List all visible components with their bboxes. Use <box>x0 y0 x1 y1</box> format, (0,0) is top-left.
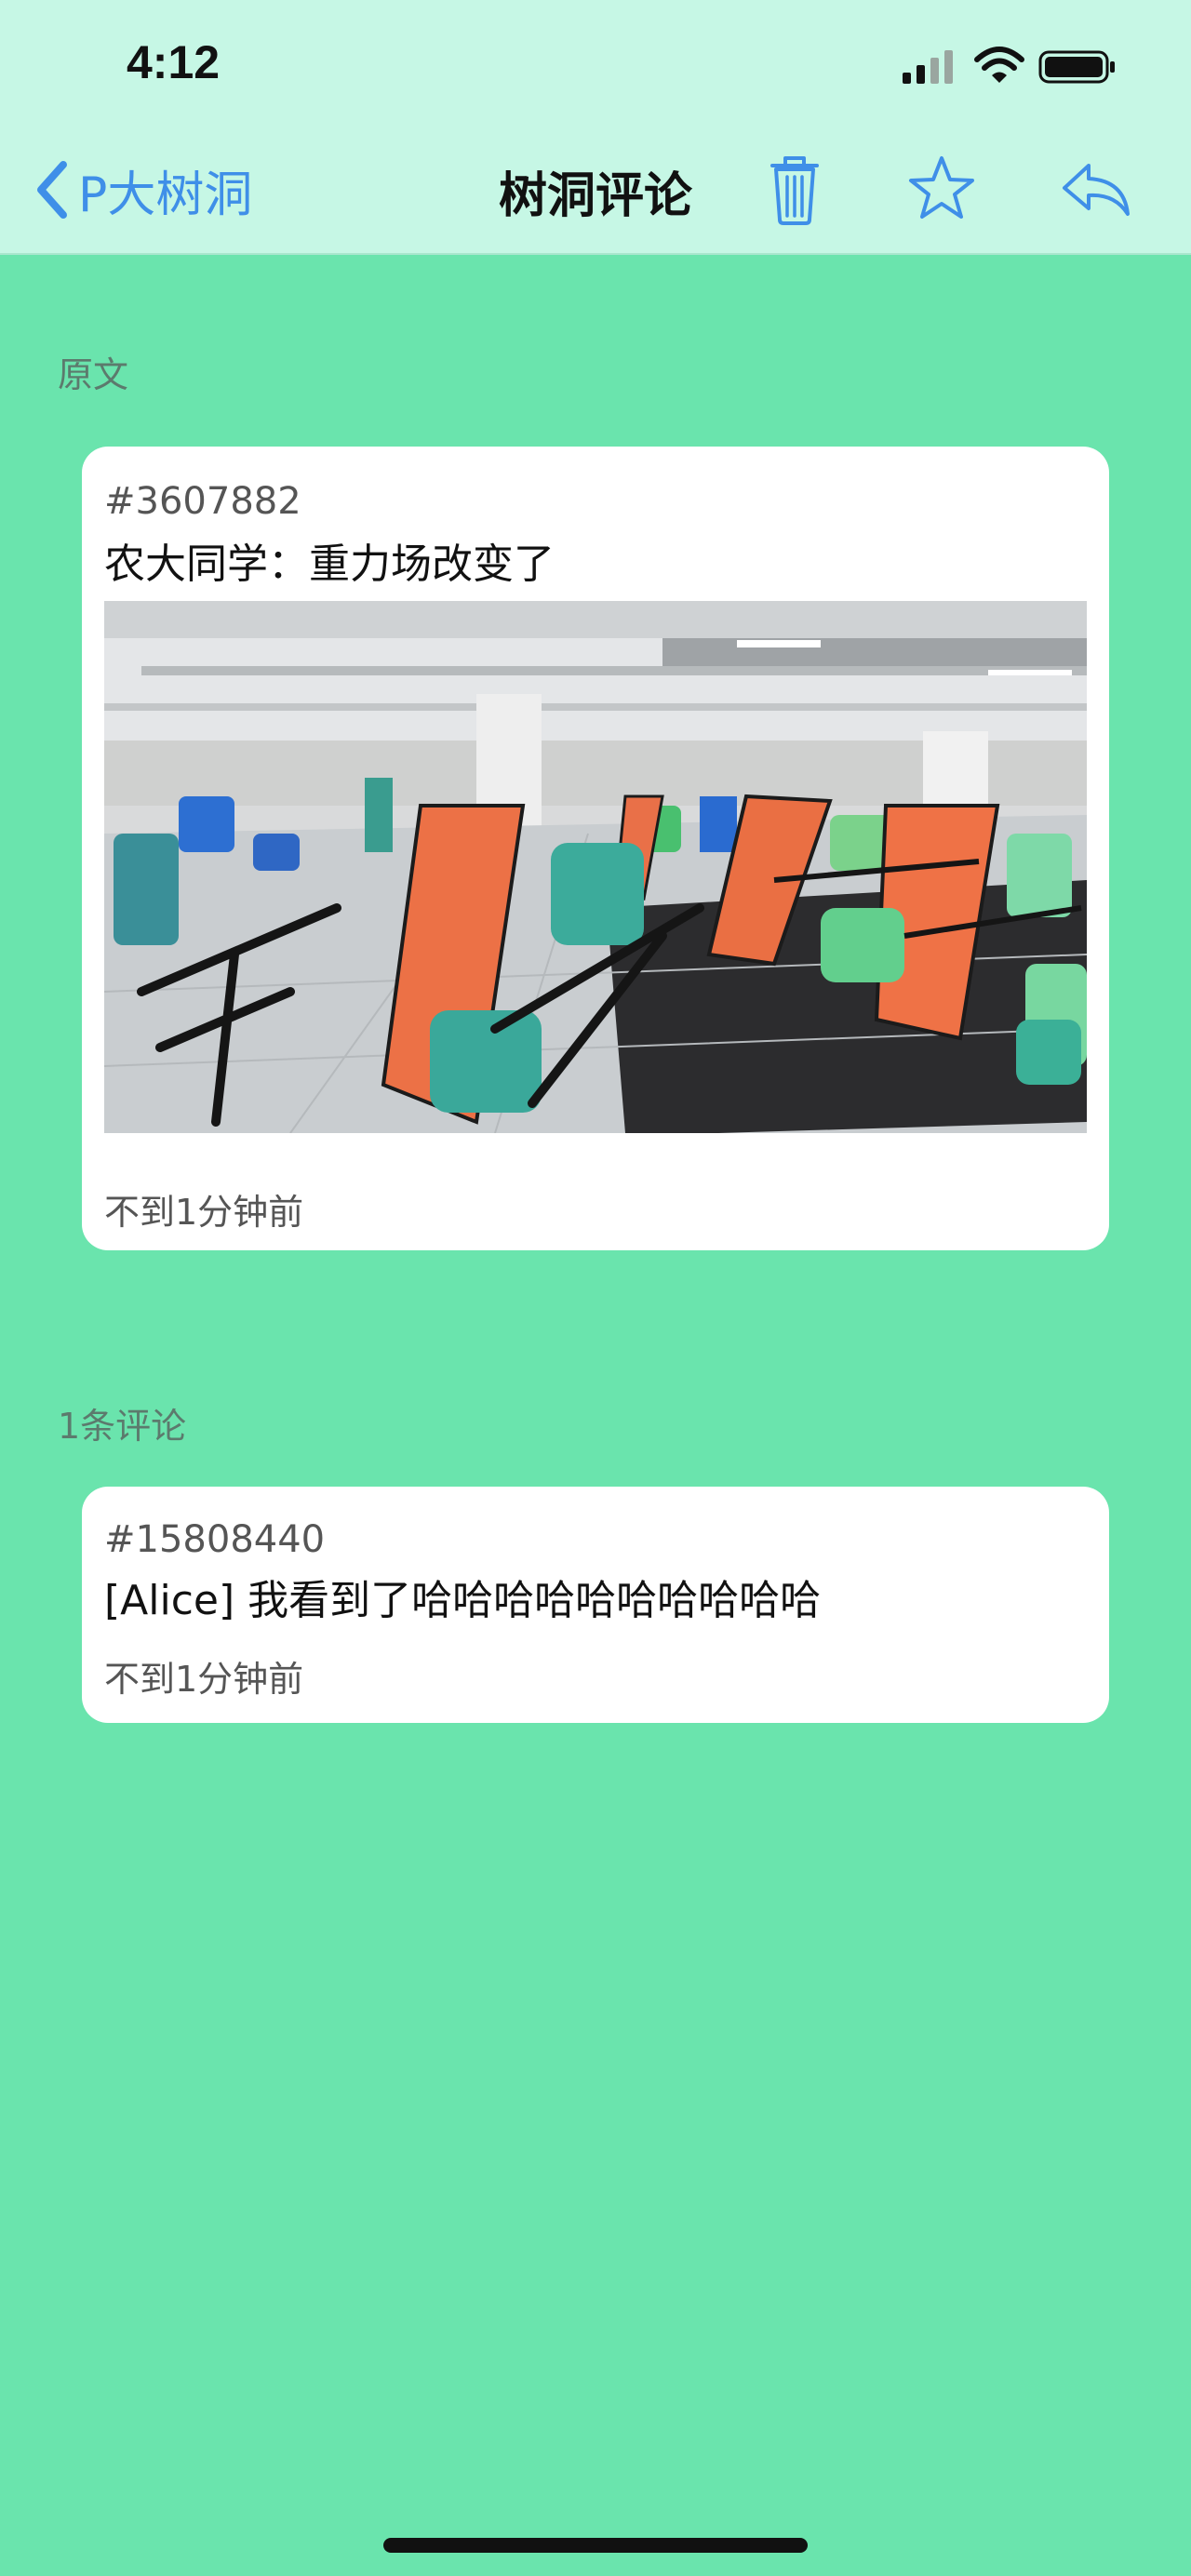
status-time: 4:12 <box>127 36 221 88</box>
post-id: #3607882 <box>104 480 301 523</box>
comments-section-label: 1条评论 <box>58 1406 187 1447</box>
post-time: 不到1分钟前 <box>104 1192 304 1233</box>
star-icon[interactable] <box>903 149 981 227</box>
tree-hole-comments-screen: 4:12 P大树洞 树洞评论 原文 #3607882 农大同学：重力场改变了 不… <box>0 0 1191 2576</box>
post-image[interactable] <box>104 601 1087 1133</box>
chevron-left-icon <box>37 161 67 219</box>
post-card[interactable]: #3607882 农大同学：重力场改变了 不到1分钟前 <box>82 447 1109 1250</box>
battery-icon <box>1038 50 1115 84</box>
back-button-label: P大树洞 <box>78 167 253 223</box>
comment-time: 不到1分钟前 <box>104 1659 304 1700</box>
comment-card[interactable]: #15808440 [Alice] 我看到了哈哈哈哈哈哈哈哈哈哈 不到1分钟前 <box>82 1487 1109 1723</box>
page-title: 树洞评论 <box>498 168 692 224</box>
post-text: 农大同学：重力场改变了 <box>104 541 555 588</box>
home-indicator[interactable] <box>383 2538 808 2553</box>
reply-icon[interactable] <box>1057 149 1135 227</box>
trash-icon[interactable] <box>756 149 834 227</box>
back-button[interactable]: P大树洞 <box>32 153 252 227</box>
comment-text: [Alice] 我看到了哈哈哈哈哈哈哈哈哈哈 <box>104 1577 822 1624</box>
original-section-label: 原文 <box>58 354 129 395</box>
cellular-signal-icon <box>903 50 953 84</box>
canteen-photo <box>104 601 1087 1133</box>
wifi-icon <box>974 47 1024 83</box>
top-bar: 4:12 P大树洞 树洞评论 <box>0 0 1191 255</box>
comment-id: #15808440 <box>104 1518 326 1561</box>
